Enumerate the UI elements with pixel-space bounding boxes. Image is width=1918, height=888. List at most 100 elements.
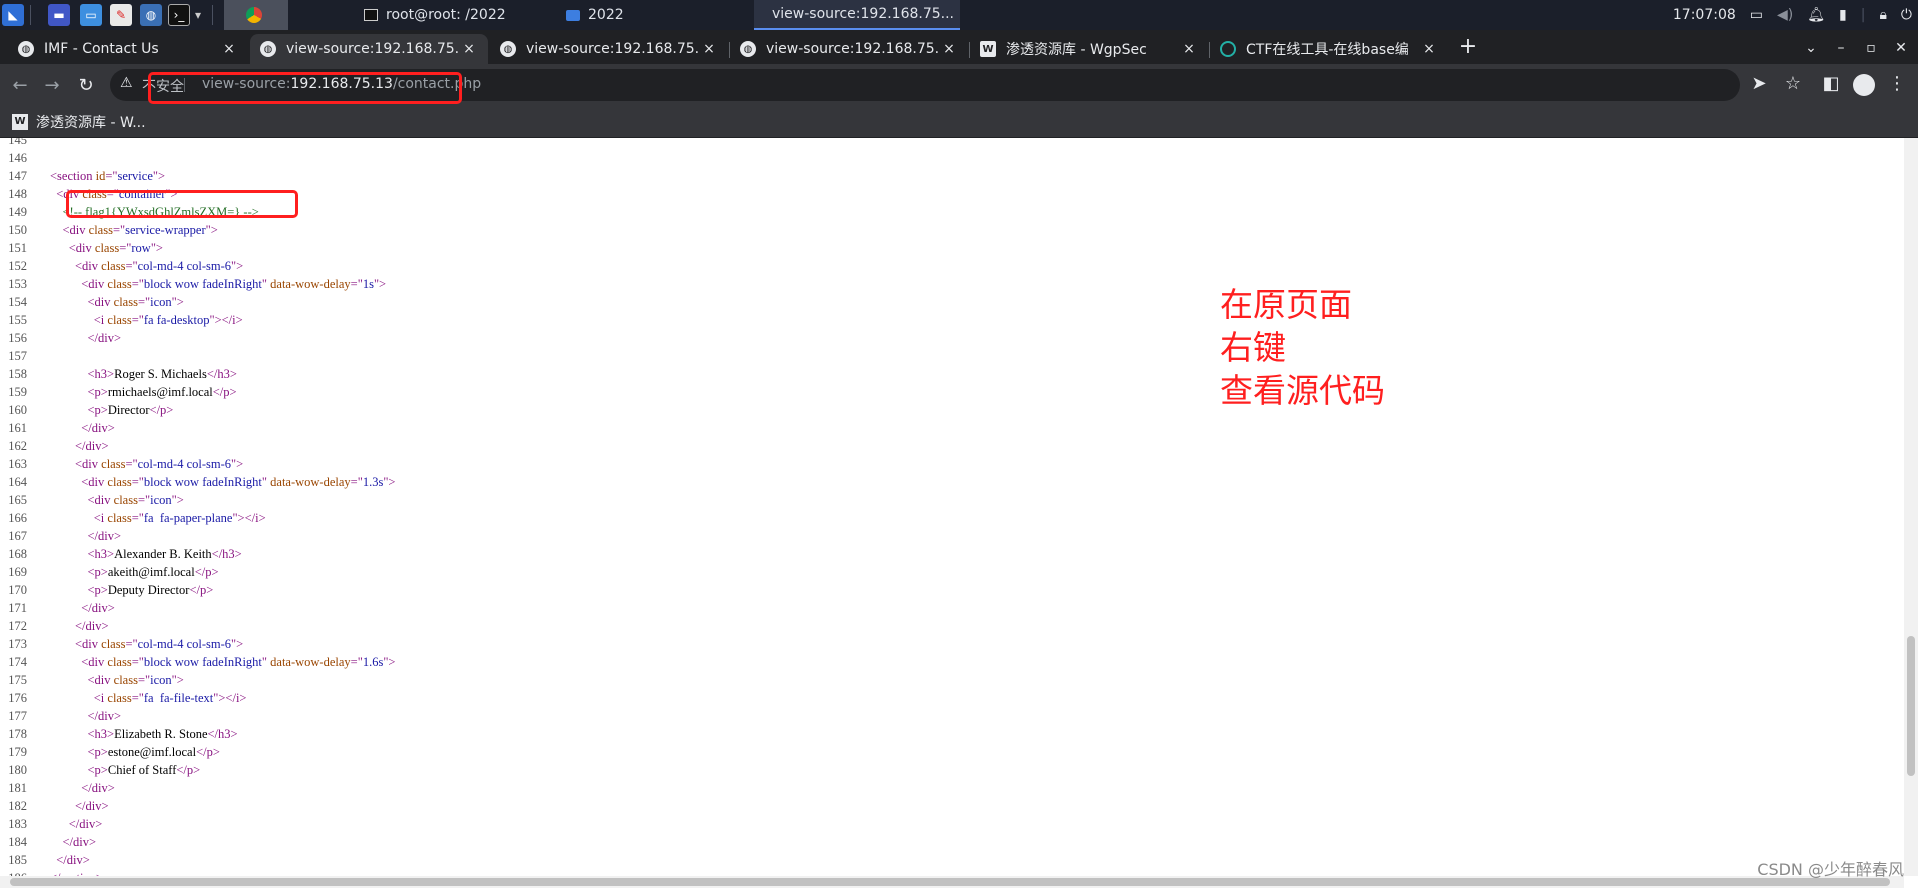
power-icon[interactable]: ⏻: [1901, 7, 1912, 23]
taskbar-window-terminal[interactable]: root@root: /2022: [354, 0, 516, 30]
back-arrow-icon[interactable]: ←: [8, 74, 32, 98]
vertical-scrollbar[interactable]: [1904, 138, 1918, 876]
source-code: </div>: [50, 833, 97, 851]
clock[interactable]: 17:07:08: [1673, 7, 1736, 23]
code-token: ">: [383, 655, 396, 669]
source-code: </div>: [50, 779, 115, 797]
code-token: class: [113, 493, 138, 507]
page-source-view[interactable]: 145 146 147 <section id="service"> 148 <div …: [0, 138, 1904, 876]
tab-view-source-active[interactable]: ◍ view-source:192.168.75.1 ×: [250, 34, 488, 64]
close-icon[interactable]: ×: [220, 41, 238, 57]
code-token: fa fa-desktop: [143, 313, 210, 327]
show-desktop-icon[interactable]: ▬: [48, 4, 70, 26]
source-code: <div class="icon">: [50, 671, 184, 689]
volume-icon[interactable]: ◀): [1777, 7, 1793, 23]
text-editor-icon[interactable]: ✎: [110, 4, 132, 26]
source-code: <p>Chief of Staff</p>: [50, 761, 201, 779]
tab-ctf-tools[interactable]: CTF在线工具-在线base编 ×: [1210, 34, 1448, 64]
line-number: 184: [8, 835, 27, 849]
code-token: col-md-4 col-sm-6: [137, 259, 232, 273]
code-token: <div: [75, 259, 102, 273]
wgpsec-logo-icon: W: [12, 114, 28, 130]
code-token: <h3>: [87, 727, 115, 741]
tab-imf-contact[interactable]: ◍ IMF - Contact Us ×: [8, 34, 248, 64]
taskbar-window-chrome[interactable]: [224, 0, 288, 30]
display-icon[interactable]: ▭: [1750, 7, 1763, 23]
code-token: =": [137, 673, 151, 687]
taskbar-window-label: view-source:192.168.75...: [772, 6, 955, 22]
code-token: ">: [205, 223, 218, 237]
reload-icon[interactable]: ↻: [74, 74, 98, 98]
line-number: 180: [8, 763, 27, 777]
file-manager-icon[interactable]: ▭: [80, 4, 102, 26]
line-number: 172: [8, 619, 27, 633]
code-token: col-md-4 col-sm-6: [137, 637, 232, 651]
code-token: <h3>: [87, 547, 115, 561]
close-icon[interactable]: ×: [1420, 41, 1438, 57]
taskbar-window-view-source[interactable]: view-source:192.168.75...: [754, 0, 960, 30]
code-token: <div: [62, 223, 89, 237]
line-number: 146: [8, 151, 27, 165]
window-close-icon[interactable]: ✕: [1886, 34, 1916, 62]
browser-globe-icon[interactable]: ◍: [140, 4, 162, 26]
lock-icon[interactable]: 🔒︎: [1879, 7, 1886, 23]
close-icon[interactable]: ×: [700, 41, 718, 57]
chevron-down-icon[interactable]: ▾: [192, 4, 204, 26]
tab-search-chevron-icon[interactable]: ⌄: [1796, 34, 1826, 62]
send-tab-icon[interactable]: ➤: [1746, 73, 1772, 94]
side-panel-icon[interactable]: ◧: [1818, 73, 1844, 94]
scrollbar-thumb[interactable]: [10, 878, 1890, 886]
code-token: ">: [383, 475, 396, 489]
code-token: </h3>: [211, 547, 242, 561]
warning-icon[interactable]: ⚠: [120, 75, 133, 91]
forward-arrow-icon[interactable]: →: [40, 74, 64, 98]
taskbar-window-label: 2022: [588, 7, 624, 23]
tab-view-source-3[interactable]: ◍ view-source:192.168.75.1 ×: [730, 34, 968, 64]
code-token: service: [117, 169, 153, 183]
code-token: =": [125, 259, 138, 273]
code-token: fa fa-file-text: [143, 691, 214, 705]
code-token: "></i>: [232, 511, 266, 525]
close-icon[interactable]: ×: [460, 41, 478, 57]
bookmark-star-icon[interactable]: ☆: [1780, 73, 1806, 94]
line-number: 165: [8, 493, 27, 507]
address-highlight-box: [148, 72, 462, 104]
code-token: =": [350, 655, 363, 669]
tray-separator: |: [1860, 7, 1866, 23]
minimize-icon[interactable]: –: [1826, 34, 1856, 62]
bell-icon[interactable]: 🔔︎: [1807, 7, 1825, 23]
battery-icon[interactable]: ▮: [1839, 7, 1847, 23]
system-tray: 17:07:08 ▭ ◀) 🔔︎ ▮ | 🔒︎ ⏻: [1673, 0, 1912, 30]
line-number: 157: [8, 349, 27, 363]
kali-menu-icon[interactable]: ◣: [2, 4, 24, 26]
profile-avatar-icon[interactable]: [1853, 74, 1875, 96]
maximize-icon[interactable]: ▫: [1856, 34, 1886, 62]
new-tab-button[interactable]: +: [1454, 34, 1482, 62]
code-token: ">: [231, 457, 244, 471]
kebab-menu-icon[interactable]: ⋮: [1884, 73, 1910, 94]
line-number: 178: [8, 727, 27, 741]
horizontal-scrollbar[interactable]: [0, 876, 1904, 888]
code-token: <i: [93, 691, 108, 705]
line-number: 159: [8, 385, 27, 399]
taskbar-window-folder[interactable]: 2022: [556, 0, 634, 30]
line-number: 173: [8, 637, 27, 651]
tab-wgpsec[interactable]: W 渗透资源库 - WgpSec ×: [970, 34, 1208, 64]
code-token: <div: [81, 655, 108, 669]
code-token: </div>: [87, 709, 122, 723]
annotation-line: 在原页面: [1220, 285, 1352, 324]
code-token: estone@imf.local: [107, 745, 197, 759]
tab-view-source-2[interactable]: ◍ view-source:192.168.75.1 ×: [490, 34, 728, 64]
bookmark-wgpsec[interactable]: W 渗透资源库 - W...: [12, 112, 146, 132]
close-icon[interactable]: ×: [940, 41, 958, 57]
close-icon[interactable]: ×: [1180, 41, 1198, 57]
terminal-launcher-icon[interactable]: ›_: [168, 4, 190, 26]
scrollbar-thumb[interactable]: [1907, 636, 1915, 776]
folder-icon: [566, 9, 580, 21]
line-number: 156: [8, 331, 27, 345]
